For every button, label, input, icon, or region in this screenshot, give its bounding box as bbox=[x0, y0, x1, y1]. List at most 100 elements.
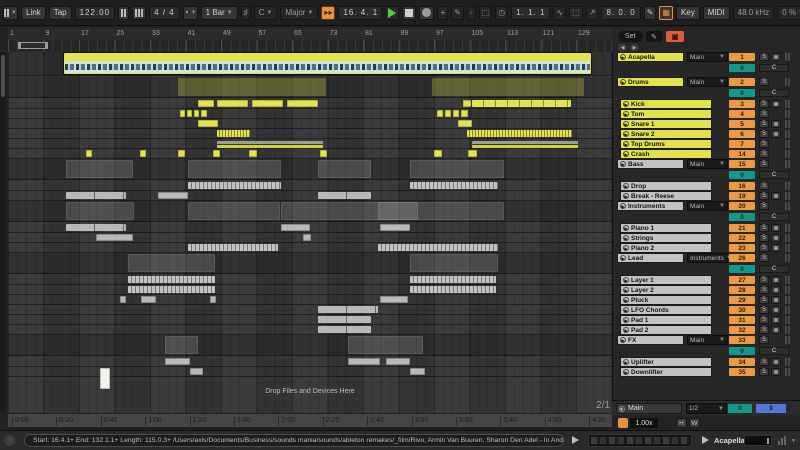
clip[interactable] bbox=[66, 202, 134, 220]
clip[interactable] bbox=[320, 150, 327, 157]
clip[interactable] bbox=[128, 276, 215, 283]
clip[interactable] bbox=[432, 78, 584, 96]
loop-switch-icon[interactable]: ⬚ bbox=[569, 6, 583, 20]
track-name-plate[interactable]: ▶FX bbox=[617, 335, 684, 345]
track-number-box[interactable]: 30 bbox=[729, 306, 755, 314]
track-fold-icon[interactable]: ▶ bbox=[623, 225, 629, 231]
arm-button[interactable] bbox=[771, 224, 781, 232]
clip[interactable] bbox=[187, 110, 192, 117]
track-number-box[interactable]: 3 bbox=[729, 100, 755, 108]
clip[interactable] bbox=[287, 100, 318, 107]
solo-button[interactable]: S bbox=[759, 182, 769, 190]
clip[interactable] bbox=[410, 368, 425, 375]
track-fold-icon[interactable]: ▶ bbox=[623, 183, 629, 189]
cue-play-icon[interactable] bbox=[702, 436, 709, 444]
vertical-scrollbar[interactable] bbox=[0, 52, 6, 413]
track-fold-icon[interactable]: ▶ bbox=[623, 235, 629, 241]
solo-button[interactable]: S bbox=[759, 316, 769, 324]
clip[interactable] bbox=[188, 182, 281, 189]
track-header-kick[interactable]: ▶Kick3S bbox=[613, 99, 800, 109]
clip[interactable] bbox=[445, 110, 451, 117]
track-number-box[interactable]: 34 bbox=[729, 358, 755, 366]
clip[interactable] bbox=[434, 150, 442, 157]
track-header-layer-2[interactable]: ▶Layer 228S bbox=[613, 285, 800, 295]
track-number-box[interactable]: 33 bbox=[729, 336, 755, 344]
send-knob[interactable]: 0 bbox=[729, 171, 755, 179]
lane-snare-2[interactable] bbox=[8, 129, 612, 139]
track-name-plate[interactable]: ▶Downlifter bbox=[620, 367, 712, 377]
prev-locator-icon[interactable]: ◀ bbox=[618, 44, 627, 51]
lane-tom[interactable] bbox=[8, 109, 612, 119]
track-name-plate[interactable]: ▶Tom bbox=[620, 109, 712, 119]
solo-button[interactable]: S bbox=[759, 120, 769, 128]
track-name-plate[interactable]: ▶Layer 1 bbox=[620, 275, 712, 285]
track-fold-icon[interactable]: ▶ bbox=[623, 277, 629, 283]
track-fold-icon[interactable]: ▶ bbox=[620, 161, 626, 167]
clip[interactable] bbox=[178, 78, 326, 96]
track-fold-icon[interactable]: ▶ bbox=[623, 151, 629, 157]
arm-button[interactable] bbox=[771, 286, 781, 294]
clip[interactable] bbox=[66, 160, 133, 178]
lane-pad-2[interactable] bbox=[8, 325, 612, 335]
track-number-box[interactable]: 28 bbox=[729, 286, 755, 294]
clip[interactable] bbox=[378, 244, 498, 251]
track-number-box[interactable]: 16 bbox=[729, 182, 755, 190]
next-locator-icon[interactable]: ▶ bbox=[630, 44, 639, 51]
send-knob[interactable]: 0 bbox=[729, 213, 755, 221]
follow-button[interactable]: ▸▸ bbox=[321, 6, 335, 20]
track-name-plate[interactable]: ▶Crash bbox=[620, 149, 712, 159]
clip[interactable] bbox=[303, 234, 311, 241]
track-routing-menu[interactable]: Instruments▼ bbox=[687, 253, 728, 263]
track-header-downlifter[interactable]: ▶Downlifter35S bbox=[613, 367, 800, 377]
track-number-box[interactable]: 32 bbox=[729, 326, 755, 334]
lane-break-reese[interactable] bbox=[8, 191, 612, 201]
track-fold-icon[interactable]: ▶ bbox=[620, 79, 626, 85]
lane-instruments[interactable] bbox=[8, 201, 612, 222]
track-name-plate[interactable]: ▶Pad 2 bbox=[620, 325, 712, 335]
track-header-bass[interactable]: ▶BassMain▼15S0C bbox=[613, 159, 800, 180]
track-header-acapella[interactable]: ▶AcapellaMain▼1S0C bbox=[613, 52, 800, 76]
arm-button[interactable] bbox=[771, 234, 781, 242]
clip[interactable] bbox=[217, 130, 250, 137]
info-icon[interactable]: ◌ bbox=[4, 435, 15, 446]
main-track-plate[interactable]: ▶ Main bbox=[616, 403, 682, 414]
metronome-icon[interactable]: ◔▼ bbox=[183, 6, 198, 20]
lane-top-drums[interactable] bbox=[8, 139, 612, 149]
track-name-plate[interactable]: ▶Pluck bbox=[620, 295, 712, 305]
lane-layer-1[interactable] bbox=[8, 275, 612, 285]
solo-button[interactable]: S bbox=[759, 192, 769, 200]
lane-acapella[interactable] bbox=[8, 52, 612, 76]
track-header-lfo-chords[interactable]: ▶LFO Chords30S bbox=[613, 305, 800, 315]
arm-button[interactable] bbox=[771, 192, 781, 200]
arm-button[interactable] bbox=[771, 120, 781, 128]
track-header-top-drums[interactable]: ▶Top Drums7S bbox=[613, 139, 800, 149]
live-menu-icon[interactable]: ▼ bbox=[3, 6, 18, 20]
arm-button[interactable] bbox=[771, 296, 781, 304]
clip[interactable] bbox=[141, 296, 156, 303]
track-fold-icon[interactable]: ▶ bbox=[623, 245, 629, 251]
clip[interactable] bbox=[410, 286, 496, 293]
clip[interactable] bbox=[217, 141, 323, 148]
sample-overview[interactable] bbox=[588, 434, 692, 447]
overdub-icon[interactable]: ✎ bbox=[451, 6, 464, 20]
solo-button[interactable]: S bbox=[759, 254, 769, 262]
clip[interactable] bbox=[188, 202, 280, 220]
meter-dropdown-icon[interactable]: ▼ bbox=[791, 438, 796, 444]
track-name-plate[interactable]: ▶Instruments bbox=[617, 201, 684, 211]
clip[interactable] bbox=[467, 130, 572, 137]
solo-button[interactable]: S bbox=[759, 368, 769, 376]
back-to-arrangement-button[interactable]: ▣ bbox=[666, 31, 684, 42]
clip[interactable] bbox=[348, 358, 380, 365]
lane-drums[interactable] bbox=[8, 77, 612, 98]
solo-button[interactable]: S bbox=[759, 140, 769, 148]
track-header-tom[interactable]: ▶Tom4S bbox=[613, 109, 800, 119]
lane-strings[interactable] bbox=[8, 233, 612, 243]
clip[interactable] bbox=[64, 53, 591, 74]
track-number-box[interactable]: 6 bbox=[729, 130, 755, 138]
track-name-plate[interactable]: ▶Kick bbox=[620, 99, 712, 109]
track-header-pluck[interactable]: ▶Pluck29S bbox=[613, 295, 800, 305]
track-number-box[interactable]: 27 bbox=[729, 276, 755, 284]
clip[interactable] bbox=[180, 110, 185, 117]
track-name-plate[interactable]: ▶Drop bbox=[620, 181, 712, 191]
punch-out-icon[interactable]: ↗ bbox=[586, 6, 599, 20]
